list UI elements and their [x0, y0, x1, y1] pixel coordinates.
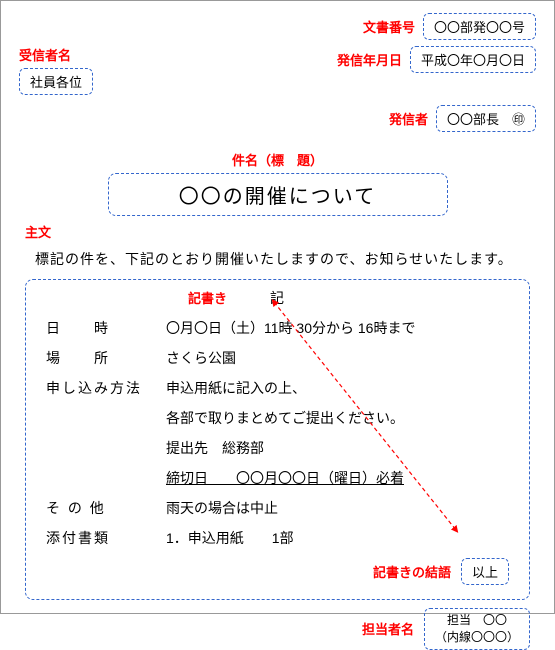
- row-datetime: 日 時 〇月〇日（土）11時 30分から 16時まで: [46, 318, 509, 338]
- other-value: 雨天の場合は中止: [166, 498, 509, 518]
- datetime-value: 〇月〇日（土）11時 30分から 16時まで: [166, 318, 509, 338]
- row-apply: 申し込み方法 申込用紙に記入の上、 各部で取りまとめてご提出ください。: [46, 378, 509, 428]
- title-label: 件名（標 題）: [19, 150, 536, 169]
- place-value: さくら公園: [166, 348, 509, 368]
- apply-line2: 各部で取りまとめてご提出ください。: [166, 408, 509, 428]
- main-label: 主文: [25, 222, 536, 241]
- recipient-value: 社員各位: [19, 68, 93, 95]
- sender-row: 発信者 〇〇部長 ㊞: [19, 105, 536, 132]
- row-other: そ の 他 雨天の場合は中止: [46, 498, 509, 518]
- submit-lines: 提出先 総務部 締切日 〇〇月〇〇日（曜日）必着: [166, 438, 509, 488]
- attach-value: 1．申込用紙 1部: [166, 528, 509, 548]
- closing-value: 以上: [461, 558, 509, 585]
- contact-label: 担当者名: [362, 619, 414, 638]
- apply-line1: 申込用紙に記入の上、: [166, 378, 509, 398]
- date-label: 発信年月日: [337, 50, 402, 69]
- contact-box: 担当 〇〇 （内線〇〇〇）: [424, 608, 530, 650]
- apply-label: 申し込み方法: [46, 378, 166, 428]
- contact-line1: 担当 〇〇: [435, 612, 519, 629]
- contact-line2: （内線〇〇〇）: [435, 629, 519, 646]
- document-page: 文書番号 〇〇部発〇〇号 発信年月日 平成〇年〇月〇日 受信者名 社員各位 発信…: [0, 0, 555, 614]
- place-label: 場 所: [46, 348, 166, 368]
- contact-row: 担当者名 担当 〇〇 （内線〇〇〇）: [19, 608, 530, 650]
- apply-value: 申込用紙に記入の上、 各部で取りまとめてご提出ください。: [166, 378, 509, 428]
- doc-no-label: 文書番号: [363, 17, 415, 36]
- kigaki-header: 記書き 記: [46, 288, 509, 308]
- closing-row: 記書きの結語 以上: [46, 558, 509, 585]
- doc-no-value: 〇〇部発〇〇号: [423, 13, 536, 40]
- main-text: 標記の件を、下記のとおり開催いたしますので、お知らせいたします。: [35, 249, 528, 269]
- kigaki-heading: 記: [270, 288, 285, 308]
- other-label: そ の 他: [46, 498, 166, 518]
- sender-value: 〇〇部長 ㊞: [436, 105, 536, 132]
- sender-label: 発信者: [389, 109, 428, 128]
- date-value: 平成〇年〇月〇日: [410, 46, 536, 73]
- kigaki-block: 記書き 記 日 時 〇月〇日（土）11時 30分から 16時まで 場 所 さくら…: [25, 279, 530, 600]
- title-block: 件名（標 題） 〇〇の開催について: [19, 150, 536, 216]
- kigaki-label: 記書き: [188, 288, 227, 307]
- closing-label: 記書きの結語: [373, 562, 451, 581]
- datetime-label: 日 時: [46, 318, 166, 338]
- submit-to: 提出先 総務部: [166, 438, 509, 458]
- attach-label: 添付書類: [46, 528, 166, 548]
- doc-no-row: 文書番号 〇〇部発〇〇号: [19, 13, 536, 40]
- recipient-label: 受信者名: [19, 45, 71, 64]
- title-value: 〇〇の開催について: [108, 173, 448, 216]
- deadline: 締切日 〇〇月〇〇日（曜日）必着: [166, 468, 509, 488]
- row-place: 場 所 さくら公園: [46, 348, 509, 368]
- row-attach: 添付書類 1．申込用紙 1部: [46, 528, 509, 548]
